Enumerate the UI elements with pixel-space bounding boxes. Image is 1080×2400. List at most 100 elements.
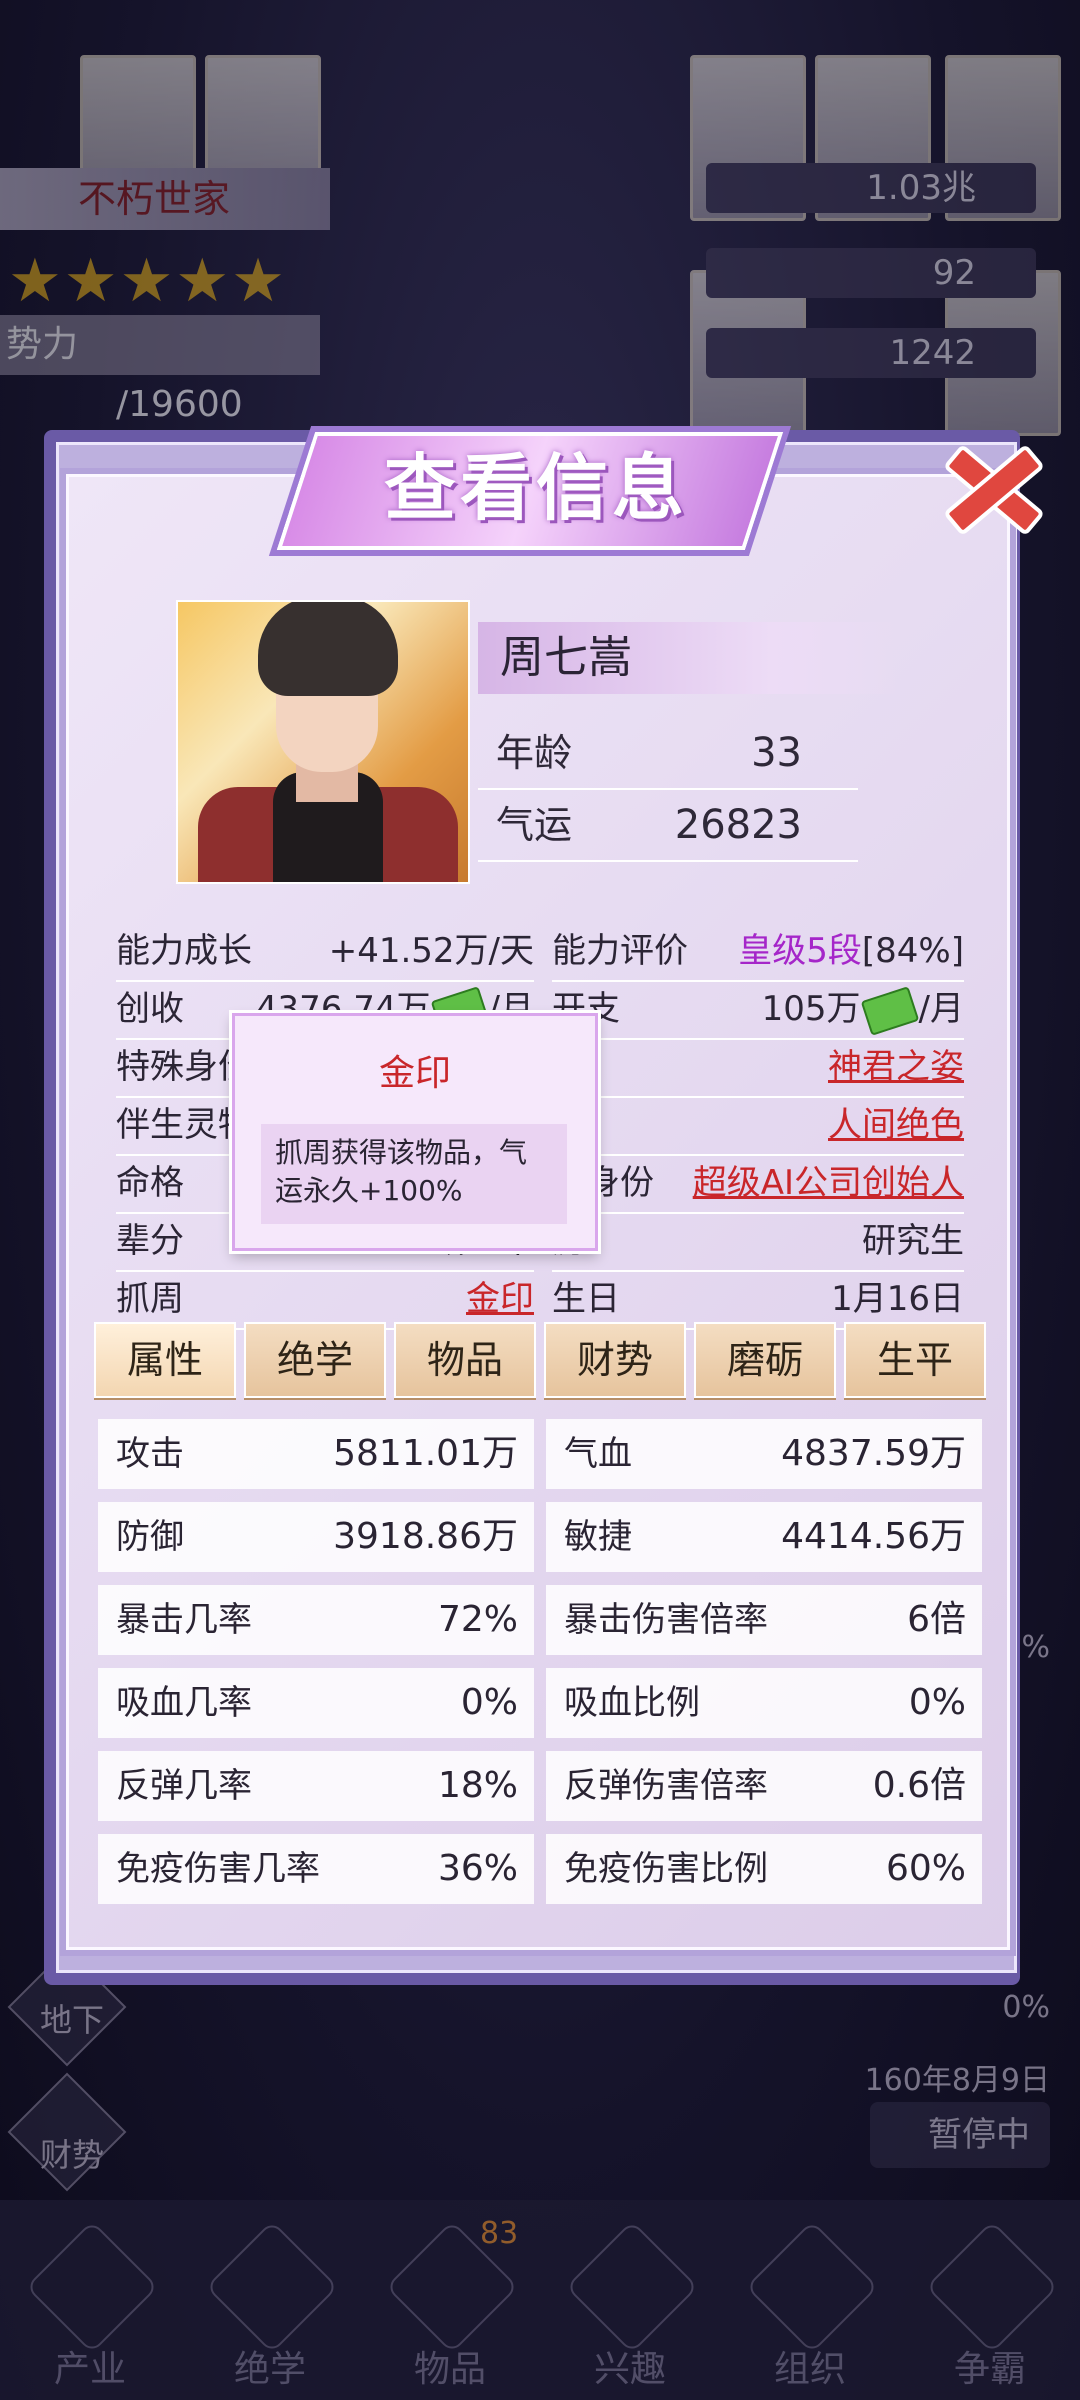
growth-row: 能力成长 +41.52万/天 xyxy=(116,922,534,982)
stat-label: 敏捷 xyxy=(564,1517,632,1557)
nav-hobby[interactable]: 兴趣 xyxy=(540,2200,720,2400)
nav-label: 兴趣 xyxy=(593,2349,666,2390)
stat-cell: 吸血几率 0% xyxy=(98,1668,534,1738)
tab-training[interactable]: 磨砺 xyxy=(694,1322,836,1398)
stat-value: 5811.01万 xyxy=(333,1433,518,1474)
scroll-icon xyxy=(205,2220,339,2354)
quality-value-link[interactable]: 神君之姿 xyxy=(828,1038,964,1096)
nav-label: 绝学 xyxy=(233,2349,306,2390)
expense-row: 开支 105万/月 xyxy=(552,980,964,1040)
stat-value: 0.6倍 xyxy=(872,1765,966,1806)
identity-value-link[interactable]: 超级AI公司创始人 xyxy=(693,1154,964,1212)
stat-value: 4414.56万 xyxy=(781,1516,966,1557)
chess-knight-icon xyxy=(565,2220,699,2354)
right-percent: 0% xyxy=(1002,1990,1050,2025)
tab-attributes[interactable]: 属性 xyxy=(94,1322,236,1398)
stat-value: 4837.59万 xyxy=(781,1433,966,1474)
fate-label: 命格 xyxy=(116,1163,184,1203)
family-stars: ★★★★★ xyxy=(8,246,287,316)
generation-label: 辈分 xyxy=(116,1221,184,1261)
close-button[interactable] xyxy=(930,425,1050,537)
stat-value: 0% xyxy=(908,1682,966,1723)
tab-items[interactable]: 物品 xyxy=(394,1322,536,1398)
stat-cell: 反弹伤害倍率 0.6倍 xyxy=(546,1751,982,1821)
stat-value: 18% xyxy=(437,1765,518,1806)
family-banner: 不朽世家 xyxy=(0,168,330,230)
luck-row: 气运 26823 xyxy=(478,790,858,862)
money-resource: 1.03兆 xyxy=(706,163,1036,213)
item-tooltip: 金印 抓周获得该物品，气运永久+100% xyxy=(232,1013,598,1251)
stat-label: 免疫伤害几率 xyxy=(116,1849,320,1889)
face-value-link[interactable]: 人间绝色 xyxy=(828,1096,964,1154)
rating-row: 能力评价 皇级5段[84%] xyxy=(552,922,964,982)
age-label: 年龄 xyxy=(496,731,573,775)
tooltip-title: 金印 xyxy=(378,1053,451,1094)
power-value: /19600 xyxy=(116,384,243,425)
name-bar: 周七嵩 xyxy=(478,622,898,694)
stat-value: 72% xyxy=(437,1599,518,1640)
age-value: 33 xyxy=(751,730,802,776)
nav-compete[interactable]: 争霸 xyxy=(900,2200,1080,2400)
stat-cell: 免疫伤害几率 36% xyxy=(98,1834,534,1904)
pause-button[interactable]: 暂停中 xyxy=(870,2102,1050,2168)
money-icon xyxy=(860,985,919,1036)
stat-value: 60% xyxy=(885,1848,966,1889)
industry-icon xyxy=(25,2220,159,2354)
tab-skills[interactable]: 绝学 xyxy=(244,1322,386,1398)
stat-cell: 反弹几率 18% xyxy=(98,1751,534,1821)
stat-value: 3918.86万 xyxy=(333,1516,518,1557)
nav-label: 产业 xyxy=(53,2349,126,2390)
rating-grade: 皇级5段 xyxy=(738,931,862,971)
education-value: 研究生 xyxy=(862,1221,964,1261)
gem-resource: 92 xyxy=(706,248,1036,298)
nav-industry[interactable]: 产业 xyxy=(0,2200,180,2400)
stat-cell: 暴击几率 72% xyxy=(98,1585,534,1655)
birthday-value: 1月16日 xyxy=(831,1279,964,1319)
stat-cell: 气血 4837.59万 xyxy=(546,1419,982,1489)
character-name: 周七嵩 xyxy=(500,632,632,683)
items-badge: 83 xyxy=(480,2216,519,2251)
tab-bar: 属性 绝学 物品 财势 磨砺 生平 xyxy=(94,1322,986,1398)
stat-label: 吸血比例 xyxy=(564,1683,700,1723)
luck-value: 26823 xyxy=(674,802,802,848)
tab-wealth[interactable]: 财势 xyxy=(544,1322,686,1398)
power-bar: 势力 /19600 xyxy=(0,315,320,425)
nav-label: 物品 xyxy=(413,2349,486,2390)
education-row: 历 研究生 xyxy=(552,1212,964,1272)
expense-unit: /月 xyxy=(918,989,964,1029)
income-label: 创收 xyxy=(116,989,184,1029)
stat-cell: 吸血比例 0% xyxy=(546,1668,982,1738)
stat-label: 暴击伤害倍率 xyxy=(564,1600,768,1640)
stat-cell: 敏捷 4414.56万 xyxy=(546,1502,982,1572)
age-row: 年龄 33 xyxy=(478,718,858,790)
game-date: 160年8月9日 xyxy=(864,2063,1050,2098)
stat-value: 36% xyxy=(437,1848,518,1889)
stat-cell: 暴击伤害倍率 6倍 xyxy=(546,1585,982,1655)
stat-label: 反弹几率 xyxy=(116,1766,252,1806)
nav-organization[interactable]: 组织 xyxy=(720,2200,900,2400)
bottom-nav: 产业 绝学 物品 兴趣 组织 争霸 83 xyxy=(0,2200,1080,2400)
grab-value-link[interactable]: 金印 xyxy=(466,1270,534,1328)
character-portrait xyxy=(176,600,470,884)
stat-label: 暴击几率 xyxy=(116,1600,252,1640)
stat-cell: 攻击 5811.01万 xyxy=(98,1419,534,1489)
nav-label: 组织 xyxy=(773,2349,846,2390)
expense-value: 105万/月 xyxy=(762,980,964,1038)
birthday-row: 生日 1月16日 xyxy=(552,1270,964,1330)
dialog-title: 查看信息 xyxy=(383,446,688,530)
grab-label: 抓周 xyxy=(116,1279,184,1319)
tab-biography[interactable]: 生平 xyxy=(844,1322,986,1398)
power-label: 势力 xyxy=(6,324,79,365)
portrait-hair xyxy=(258,602,398,696)
birthday-label: 生日 xyxy=(552,1279,620,1319)
stat-cell: 防御 3918.86万 xyxy=(98,1502,534,1572)
quality-row: 质 神君之姿 xyxy=(552,1038,964,1098)
rating-percent: [84%] xyxy=(861,931,964,971)
luck-label: 气运 xyxy=(496,803,573,847)
expense-amount: 105万 xyxy=(761,989,861,1029)
stat-value: 0% xyxy=(460,1682,518,1723)
stat-label: 吸血几率 xyxy=(116,1683,252,1723)
nav-skills[interactable]: 绝学 xyxy=(180,2200,360,2400)
underground-label: 地下 xyxy=(40,2001,105,2039)
stat-label: 反弹伤害倍率 xyxy=(564,1766,768,1806)
